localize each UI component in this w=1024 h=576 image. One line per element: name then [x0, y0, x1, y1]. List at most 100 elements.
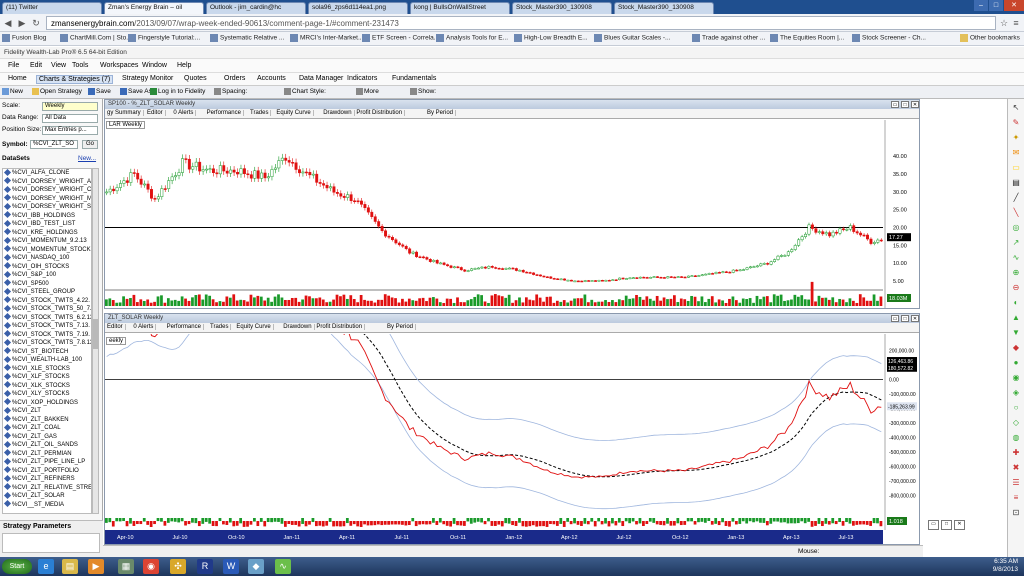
mode-tab[interactable]: Fundamentals	[390, 75, 438, 82]
dataset-item[interactable]: %CVI_DORSEY_WRIGHT_A	[3, 177, 91, 187]
dataset-item[interactable]: %CVI_XLK_STOCKS	[3, 381, 91, 391]
bookmark-item[interactable]: MRCI's Inter-Market...	[290, 34, 363, 42]
chart2-maximize-icon[interactable]: □	[901, 315, 909, 322]
notes-icon[interactable]: ◆	[248, 559, 264, 574]
menu-view[interactable]: View	[51, 62, 66, 69]
chart-tab[interactable]: Editor	[105, 324, 126, 330]
other-bookmarks[interactable]: Other bookmarks	[960, 34, 1020, 42]
back-icon[interactable]: ◀	[2, 17, 14, 29]
browser-tab[interactable]: Stock_Master390_130908	[614, 2, 714, 14]
chart-tab[interactable]: Drawdown	[321, 110, 355, 116]
mode-tab[interactable]: Charts & Strategies (7)	[36, 75, 114, 84]
equity-chart[interactable]: Apr-10 Jul-10 Oct-10 Jan-11 Apr-11 Jul-11 Oct-…	[105, 334, 919, 544]
url-input[interactable]: zmansenergybrain.com/2013/09/07/wrap-wee…	[46, 16, 996, 30]
dataset-item[interactable]: %CVI_XLE_STOCKS	[3, 364, 91, 374]
dataset-item[interactable]: %CVI_STOCK_TWITS_4.22.	[3, 296, 91, 306]
dataset-item[interactable]: %CVI_S&P_100	[3, 270, 91, 280]
drawing-tool-icon[interactable]: ◇	[1011, 418, 1021, 427]
browser-tab[interactable]: Outlook - jim_cardin@hc	[206, 2, 306, 14]
bookmark-item[interactable]: The Equities Room |...	[770, 34, 844, 42]
drawing-tool-icon[interactable]: ▼	[1011, 328, 1021, 337]
drawing-tool-icon[interactable]: ▭	[1011, 163, 1021, 172]
ie-icon[interactable]: e	[38, 559, 54, 574]
dataset-item[interactable]: %CVI_ZLT_BAKKEN	[3, 415, 91, 425]
menu-icon[interactable]: ≡	[1010, 17, 1022, 29]
toolbar-item[interactable]: Show:	[410, 88, 436, 95]
drawing-tool-icon[interactable]: ☰	[1011, 478, 1021, 487]
chart-tab[interactable]: Performance	[165, 324, 204, 330]
drawing-tool-icon[interactable]: ✉	[1011, 148, 1021, 157]
drawing-tool-icon[interactable]: ◆	[1011, 343, 1021, 352]
drawing-tool-icon[interactable]: ◍	[1011, 433, 1021, 442]
reader-icon[interactable]: R	[197, 559, 213, 574]
chart-tab[interactable]: gy Summary	[105, 110, 144, 116]
dataset-item[interactable]: %CVI_OIH_STOCKS	[3, 262, 91, 272]
menu-file[interactable]: File	[8, 62, 19, 69]
dataset-item[interactable]: %CVI_ZLT_GAS	[3, 432, 91, 442]
chart1-close-icon[interactable]: ✕	[911, 101, 919, 108]
dataset-item[interactable]: %CVI_WEALTH-LAB_100	[3, 355, 91, 365]
media-icon[interactable]: ▶	[88, 559, 104, 574]
drawing-tool-icon[interactable]: ⊕	[1011, 268, 1021, 277]
forward-icon[interactable]: ▶	[16, 17, 28, 29]
dataset-item[interactable]: %CVI_STEEL_GROUP	[3, 287, 91, 297]
chart-tab[interactable]: Trades	[208, 324, 232, 330]
drawing-tool-icon[interactable]: ↖	[1011, 103, 1021, 112]
toolbar-item[interactable]: Log in to Fidelity	[150, 88, 205, 95]
toolbar-item[interactable]: Chart Style:	[284, 88, 326, 95]
dataset-item[interactable]: %CVI_SP500	[3, 279, 91, 289]
drawing-tool-icon[interactable]: ◈	[1011, 388, 1021, 397]
bookmark-item[interactable]: ChartMill.Com | Sto...	[60, 34, 132, 42]
symbol-input[interactable]: %CVI_ZLT_SO	[30, 140, 78, 149]
drawing-tool-icon[interactable]: ╱	[1011, 193, 1021, 202]
menu-help[interactable]: Help	[177, 62, 191, 69]
app-icon[interactable]: ▦	[118, 559, 134, 574]
start-button[interactable]: Start	[2, 559, 32, 574]
wealthlab-icon[interactable]: ✣	[170, 559, 186, 574]
price-chart[interactable]: 40.00 35.00 30.00 25.00 20.00 15.00 10.00 5.00 1…	[105, 120, 919, 308]
bookmark-item[interactable]: Fusion Blog	[2, 34, 46, 42]
new-dataset-link[interactable]: New...	[78, 155, 96, 162]
mode-tab[interactable]: Data Manager	[297, 75, 345, 82]
drawing-tool-icon[interactable]: ✚	[1011, 448, 1021, 457]
toolbar-item[interactable]: Spacing:	[214, 88, 247, 95]
mode-tab[interactable]: Orders	[222, 75, 247, 82]
dataset-item[interactable]: %CVI_STOCK_TWITS_7.13.	[3, 321, 91, 331]
toolbar-item[interactable]: Save As	[120, 88, 152, 95]
drawing-tool-icon[interactable]: ⊡	[1011, 508, 1021, 517]
dataset-item[interactable]: %CVI_STOCK_TWITS_7.19.	[3, 330, 91, 340]
chart-tab[interactable]: Equity Curve	[234, 324, 274, 330]
scroll-thumb[interactable]	[93, 319, 98, 349]
dataset-item[interactable]: %CVI_IBB_HOLDINGS	[3, 211, 91, 221]
drawing-tool-icon[interactable]: ●	[1011, 358, 1021, 367]
min-window-maximize-icon[interactable]: □	[941, 520, 952, 530]
chart1-maximize-icon[interactable]: □	[901, 101, 909, 108]
dataset-item[interactable]: %CVI_NASDAQ_100	[3, 253, 91, 263]
chart-tab[interactable]: Drawdown	[281, 324, 315, 330]
maximize-icon[interactable]: □	[989, 0, 1003, 11]
mode-tab[interactable]: Accounts	[255, 75, 288, 82]
dataset-item[interactable]: %CVI_ZLT_PERMIAN	[3, 449, 91, 459]
drawing-tool-icon[interactable]: ▤	[1011, 178, 1021, 187]
min-window-restore-icon[interactable]: ▭	[928, 520, 939, 530]
bookmark-item[interactable]: ETF Screen - Correla...	[362, 34, 439, 42]
toolbar-item[interactable]: Save	[88, 88, 111, 95]
dataset-item[interactable]: %CVI_ZLT_SOLAR	[3, 491, 91, 501]
position-size-select[interactable]: Max Entries p...	[42, 126, 98, 135]
mode-tab[interactable]: Indicators	[345, 75, 379, 82]
chart2-restore-icon[interactable]: ▭	[891, 315, 899, 322]
star-icon[interactable]: ☆	[998, 17, 1010, 29]
range-select[interactable]: All Data	[42, 114, 98, 123]
dataset-item[interactable]: %CVI_DORSEY_WRIGHT_S	[3, 202, 91, 212]
reload-icon[interactable]: ↻	[30, 17, 42, 29]
dataset-item[interactable]: %CVI_IBD_TEST_LIST	[3, 219, 91, 229]
drawing-tool-icon[interactable]: ✎	[1011, 118, 1021, 127]
browser-tab[interactable]: sola96_zps6d114ea1.png	[308, 2, 408, 14]
mode-tab[interactable]: Strategy Monitor	[120, 75, 175, 82]
dataset-item[interactable]: %CVI_XOP_HOLDINGS	[3, 398, 91, 408]
bookmark-item[interactable]: Systematic Relative ...	[210, 34, 284, 42]
dataset-item[interactable]: %CVI_DORSEY_WRIGHT_M	[3, 194, 91, 204]
dataset-item[interactable]: %CVI_ZLT_RELATIVE_STRE	[3, 483, 91, 493]
chart1-restore-icon[interactable]: ▭	[891, 101, 899, 108]
dataset-item[interactable]: %CVI_ALFA_CLONE	[3, 169, 91, 178]
